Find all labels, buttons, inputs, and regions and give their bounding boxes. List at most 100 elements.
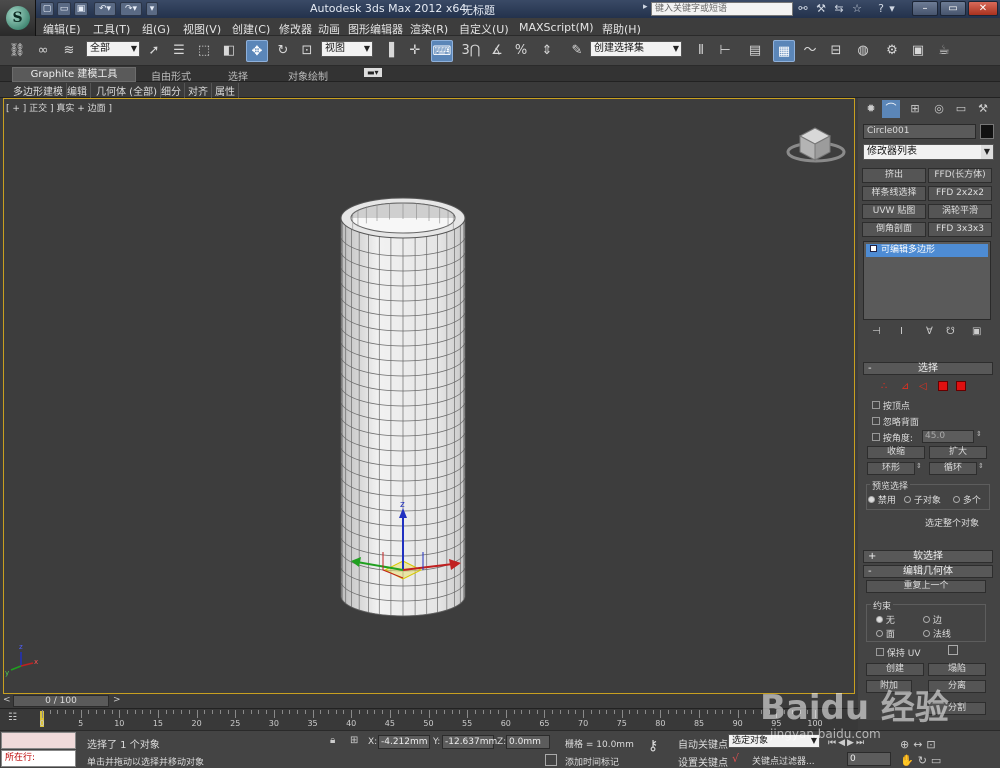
new-file-icon[interactable]: ▢: [40, 2, 54, 16]
menu-maxscript[interactable]: MAXScript(M): [519, 21, 594, 34]
make-unique-icon[interactable]: ∀: [926, 326, 933, 337]
display-tab-icon[interactable]: ▭: [952, 100, 970, 118]
time-tag-icon[interactable]: [545, 754, 557, 766]
auto-key-button[interactable]: 自动关键点: [678, 736, 728, 751]
add-time-tag[interactable]: 添加时间标记: [565, 755, 619, 768]
lock-icon[interactable]: 🔒︎: [330, 735, 335, 746]
select-by-name-icon[interactable]: ☰: [168, 40, 190, 62]
maximize-button[interactable]: ▭: [940, 1, 966, 16]
angle-spinner[interactable]: 45.0: [922, 430, 974, 443]
rollout-soft-selection-header[interactable]: + 软选择: [863, 550, 993, 563]
by-angle-option[interactable]: 按角度:: [872, 431, 913, 444]
modifier-ffd-2x2x2-button[interactable]: FFD 2x2x2: [928, 186, 992, 201]
minimize-button[interactable]: –: [912, 1, 938, 16]
material-editor-icon[interactable]: ◍: [852, 40, 874, 62]
bind-space-warp-icon[interactable]: ≋: [58, 40, 80, 62]
modifier-ffd-3x3x3-button[interactable]: FFD 3x3x3: [928, 222, 992, 237]
motion-tab-icon[interactable]: ◎: [930, 100, 948, 118]
schematic-view-icon[interactable]: ⊟: [825, 40, 847, 62]
time-slider[interactable]: 0 / 100: [13, 695, 109, 707]
panel-subdivision[interactable]: 细分: [158, 83, 185, 98]
layer-manager-icon[interactable]: ▤: [744, 40, 766, 62]
constraint-none-radio[interactable]: [876, 616, 883, 623]
save-file-icon[interactable]: ▣: [74, 2, 88, 16]
x-coord-field[interactable]: -4.212mm: [378, 735, 430, 749]
viewcube-icon[interactable]: [786, 127, 846, 163]
tab-freeform[interactable]: 自由形式: [151, 68, 191, 83]
spinner-arrows-icon[interactable]: ⇕: [976, 430, 982, 438]
ribbon-options-icon[interactable]: ▬▾: [364, 68, 382, 77]
vertex-mode-icon[interactable]: ∴: [881, 381, 891, 392]
named-selection-dropdown[interactable]: 创建选择集 ▼: [590, 41, 682, 57]
panel-align[interactable]: 对齐: [185, 83, 212, 98]
time-next-icon[interactable]: >: [113, 695, 121, 705]
menu-edit[interactable]: 编辑(E): [43, 21, 81, 37]
help-icon[interactable]: ?: [874, 2, 888, 16]
time-prev-icon[interactable]: <: [3, 695, 11, 705]
redo-icon[interactable]: ↷▾: [120, 2, 142, 16]
constraint-edge-option[interactable]: 边: [923, 613, 942, 626]
modifier-ffd-box-button[interactable]: FFD(长方体): [928, 168, 992, 183]
absolute-mode-icon[interactable]: ⊞: [350, 735, 358, 746]
utilities-tab-icon[interactable]: ⚒: [974, 100, 992, 118]
remove-modifier-icon[interactable]: ☋: [946, 326, 955, 337]
maxscript-line[interactable]: 所在行:: [1, 750, 76, 767]
menu-view[interactable]: 视图(V): [183, 21, 221, 37]
preserve-uv-checkbox[interactable]: [876, 648, 884, 656]
viewport-nav-icons-2[interactable]: ✋↻▭: [900, 754, 945, 767]
keyboard-shortcut-toggle-icon[interactable]: ⌨: [431, 40, 453, 62]
object-color-swatch[interactable]: [980, 124, 994, 139]
time-slider-track[interactable]: [0, 694, 858, 708]
constraint-normal-option[interactable]: 法线: [923, 627, 951, 640]
menu-customize[interactable]: 自定义(U): [459, 21, 509, 37]
menu-animation[interactable]: 动画: [318, 21, 340, 37]
select-manipulate-icon[interactable]: ✛: [404, 40, 426, 62]
favorites-star-icon[interactable]: ☆: [850, 2, 864, 16]
preview-multi-option[interactable]: 多个: [953, 493, 981, 506]
quick-access-dropdown-icon[interactable]: ▾: [146, 2, 158, 16]
key-filters-button[interactable]: 关键点过滤器...: [752, 754, 815, 767]
help-dropdown-icon[interactable]: ▾: [888, 2, 896, 16]
select-object-icon[interactable]: ➚: [143, 40, 165, 62]
current-frame-field[interactable]: 0: [847, 752, 891, 766]
configure-sets-icon[interactable]: ▣: [972, 326, 981, 337]
align-icon[interactable]: ⊢: [714, 40, 736, 62]
set-key-button[interactable]: 设置关键点: [678, 754, 728, 768]
loop-button[interactable]: 循环: [929, 462, 977, 475]
select-scale-icon[interactable]: ⊡: [296, 40, 318, 62]
reference-coord-dropdown[interactable]: 视图 ▼: [321, 41, 373, 57]
snap-toggle-icon[interactable]: 3⋂: [460, 40, 482, 62]
menu-tools[interactable]: 工具(T): [93, 21, 130, 37]
modifier-uvw-map-button[interactable]: UVW 贴图: [862, 204, 926, 219]
selection-filter-dropdown[interactable]: 全部 ▼: [86, 41, 140, 57]
element-mode-icon[interactable]: [956, 381, 966, 391]
border-mode-icon[interactable]: ◁: [919, 381, 929, 392]
angle-snap-icon[interactable]: ∡: [486, 40, 508, 62]
menu-create[interactable]: 创建(C): [232, 21, 270, 37]
panel-polygon-modeling[interactable]: 多边形建模: [10, 83, 67, 98]
panel-properties[interactable]: 属性: [212, 83, 239, 98]
app-menu-button[interactable]: S: [0, 0, 36, 36]
hierarchy-tab-icon[interactable]: ⊞: [906, 100, 924, 118]
menu-help[interactable]: 帮助(H): [602, 21, 641, 37]
modifier-bevel-profile-button[interactable]: 倒角剖面: [862, 222, 926, 237]
create-tab-icon[interactable]: ✹: [862, 100, 880, 118]
rect-selection-icon[interactable]: ⬚: [193, 40, 215, 62]
by-angle-checkbox[interactable]: [872, 433, 880, 441]
mini-curve-editor-icon[interactable]: ☷: [8, 712, 17, 723]
link-icon[interactable]: ⛓: [6, 40, 28, 62]
menu-graph-editors[interactable]: 图形编辑器: [348, 21, 403, 37]
by-vertex-option[interactable]: 按顶点: [872, 399, 910, 412]
window-crossing-icon[interactable]: ◧: [218, 40, 240, 62]
preview-subobject-radio[interactable]: [904, 496, 911, 503]
ignore-backface-checkbox[interactable]: [872, 417, 880, 425]
modifier-extrude-button[interactable]: 挤出: [862, 168, 926, 183]
show-end-result-icon[interactable]: Ⅰ: [900, 326, 903, 337]
percent-snap-icon[interactable]: %: [510, 40, 532, 62]
curve-editor-icon[interactable]: 〜: [799, 40, 821, 62]
unlink-icon[interactable]: ∞: [32, 40, 54, 62]
ignore-backface-option[interactable]: 忽略背面: [872, 415, 919, 428]
constraint-edge-radio[interactable]: [923, 616, 930, 623]
viewport-nav-icons[interactable]: ⊕↔⊡: [900, 738, 940, 751]
y-coord-field[interactable]: -12.637mm: [442, 735, 497, 749]
